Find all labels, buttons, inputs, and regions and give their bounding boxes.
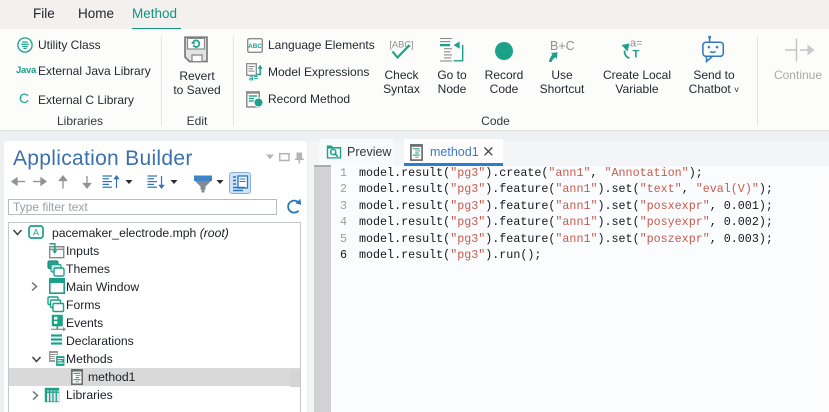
svg-text:ABC: ABC	[248, 43, 262, 50]
svg-text:[ABC]: [ABC]	[389, 40, 413, 50]
svg-text:A: A	[33, 228, 39, 238]
svg-text:B+C: B+C	[550, 39, 575, 53]
svg-text:T: T	[633, 49, 640, 61]
svg-text:a=: a=	[249, 74, 258, 82]
